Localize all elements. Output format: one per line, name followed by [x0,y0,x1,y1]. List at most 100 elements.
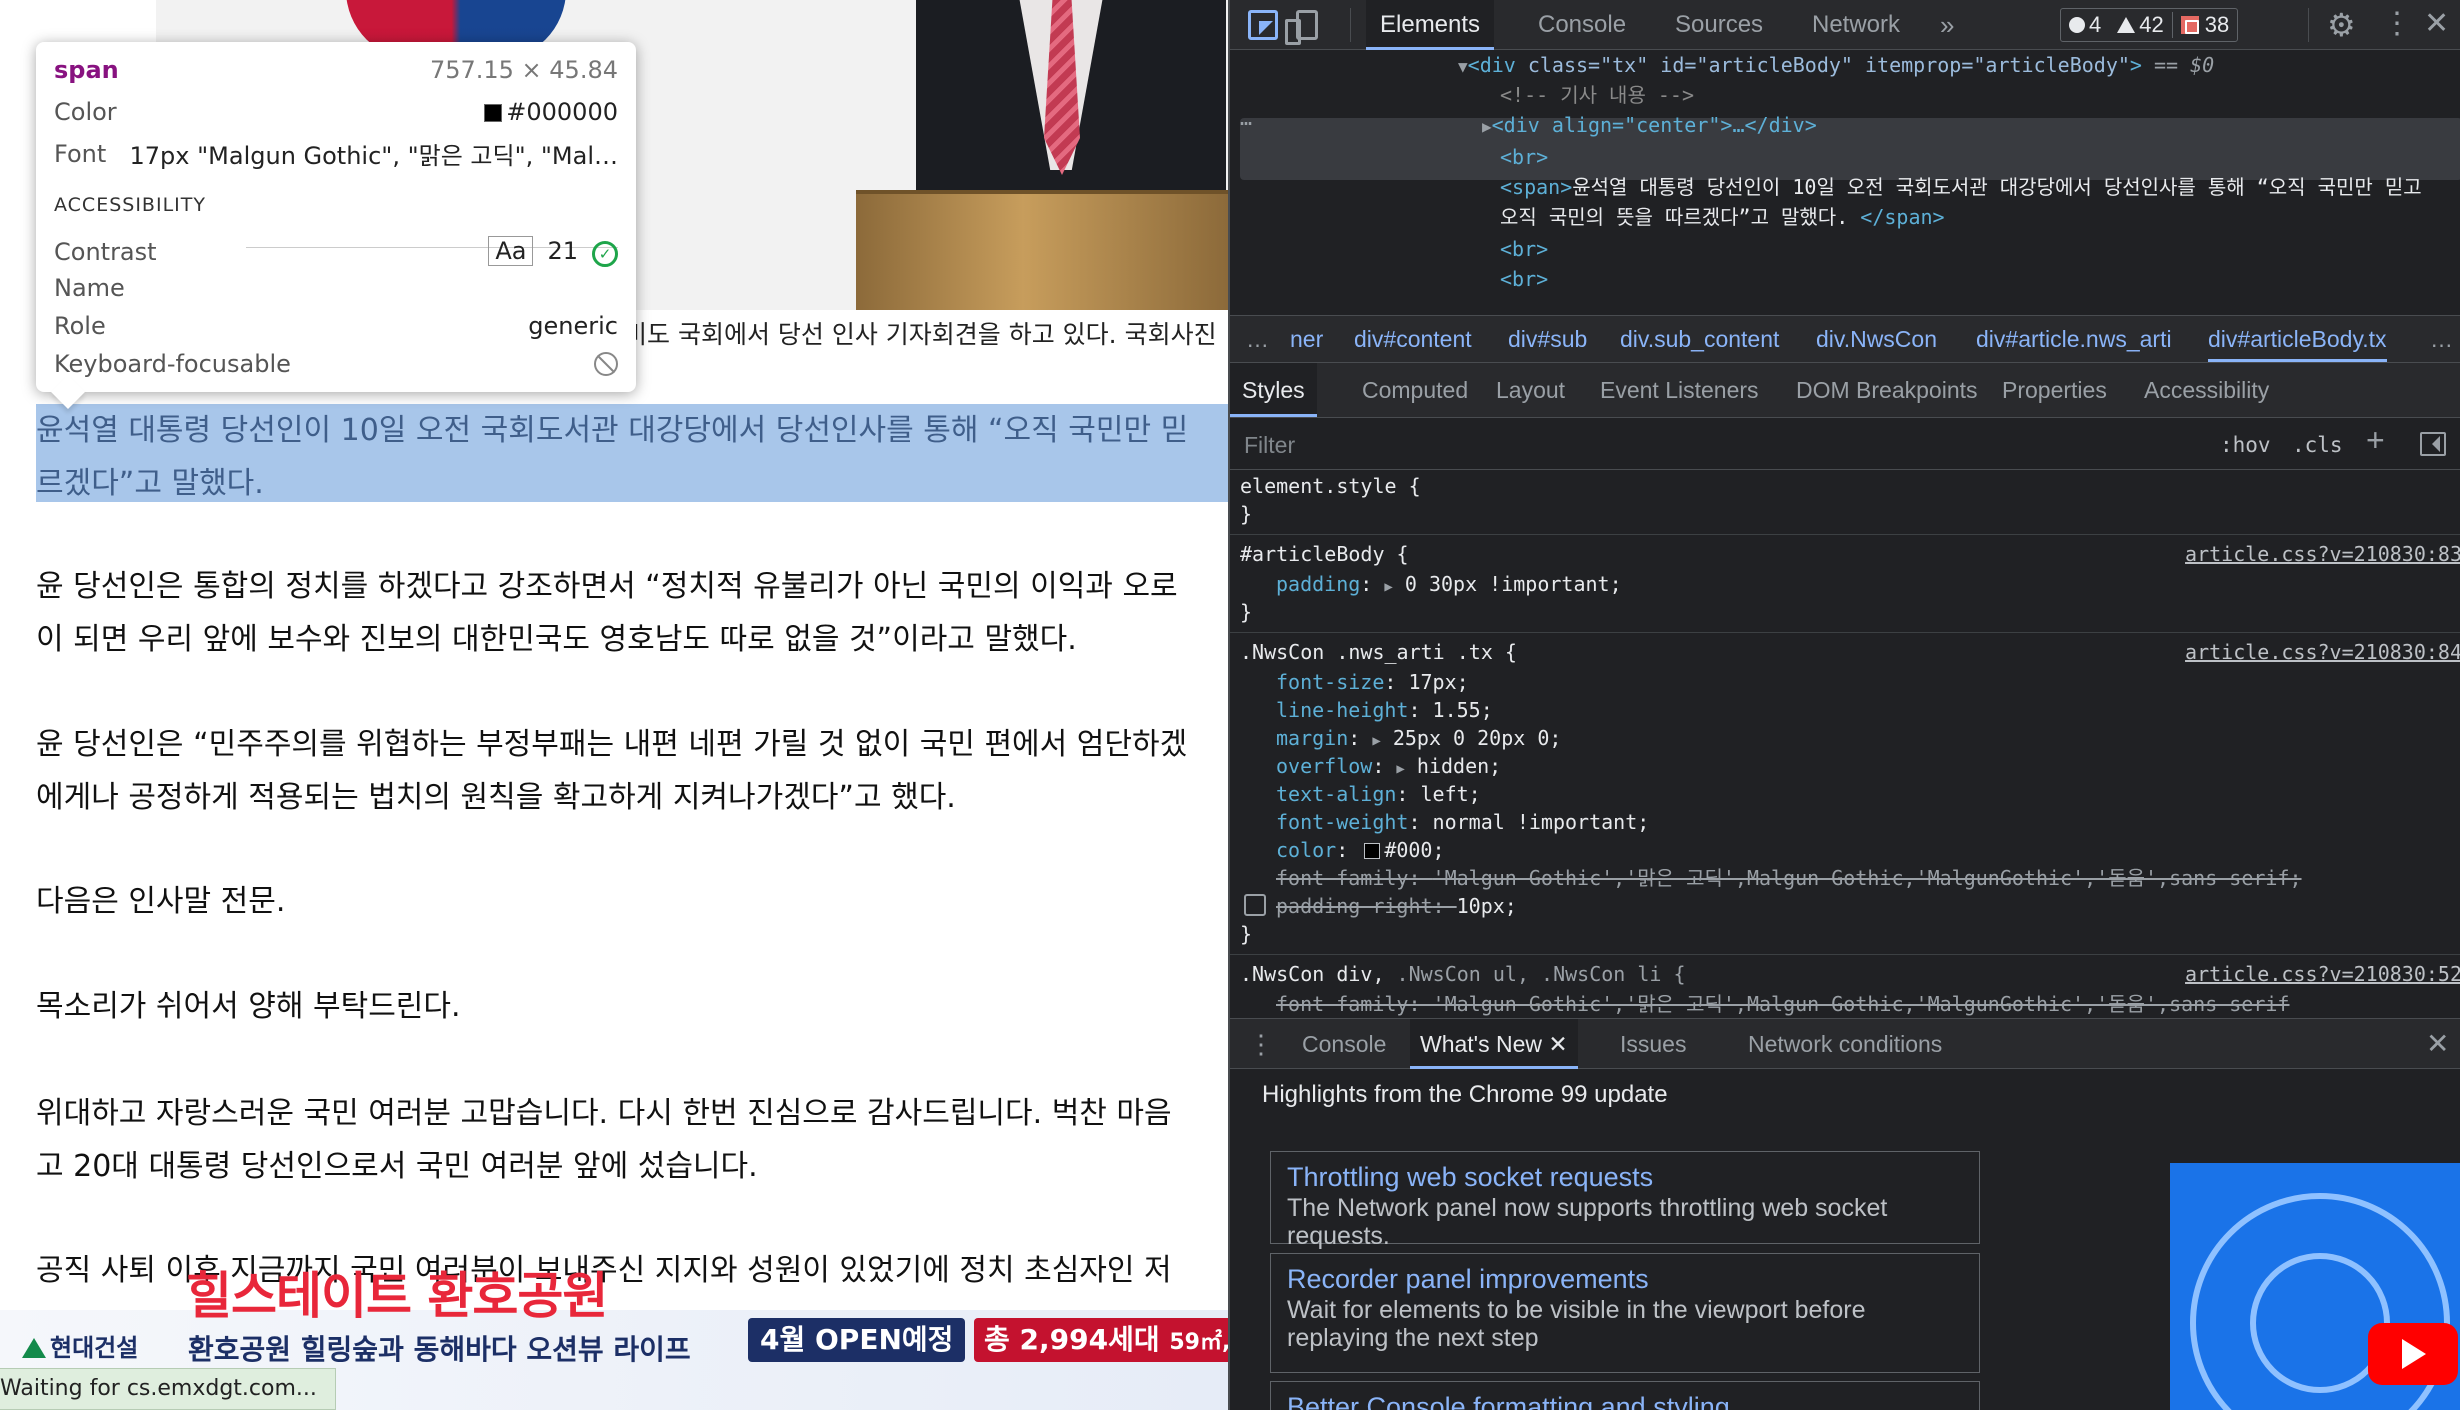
breadcrumb-item[interactable]: div.NwsCon [1816,316,1937,362]
more-tabs-chevron-icon[interactable]: » [1940,0,1954,50]
dom-span-line[interactable]: 오직 국민의 뜻을 따르겠다”고 말했다. </span> [1500,202,1945,232]
tooltip-role-value: generic [528,312,618,340]
whats-new-card[interactable]: Throttling web socket requests The Netwo… [1270,1151,1980,1250]
css-declaration[interactable]: font-size: 17px; [1276,668,1469,696]
ad-headline[interactable]: 힐스테이트 환호공원 [186,1256,608,1328]
drawer-tab-console[interactable]: Console [1292,1019,1396,1069]
rule-close: } [1240,502,1253,526]
drawer-tab-issues[interactable]: Issues [1610,1019,1696,1069]
hover-state-toggle[interactable]: :hov [2220,428,2271,462]
color-swatch-icon[interactable] [1364,843,1381,859]
rule-element-style[interactable]: element.style { [1240,472,1421,500]
disable-declaration-checkbox[interactable] [1244,894,1266,916]
tab-computed[interactable]: Computed [1350,363,1480,417]
dom-line-div-center[interactable]: ▶<div align="center">…</div> [1482,110,1817,140]
styles-filter-bar: Filter :hov .cls + [1230,418,2460,470]
inspect-element-icon[interactable] [1248,10,1278,40]
dom-dots[interactable]: … [1240,106,1252,130]
tab-sources[interactable]: Sources [1661,0,1777,50]
css-declaration-disabled[interactable]: padding-right: 10px; [1276,892,1517,920]
youtube-play-icon[interactable] [2368,1323,2458,1385]
close-tab-icon[interactable]: ✕ [1548,1031,1567,1057]
ad-units-badge: 총 2,994세대 59㎡, 8 [974,1318,1228,1362]
rule-selector[interactable]: .NwsCon .nws_arti .tx { [1240,638,1517,666]
rule-close: } [1240,600,1253,624]
expand-triangle-icon[interactable]: ▶ [1396,761,1404,777]
tab-layout[interactable]: Layout [1484,363,1577,417]
breadcrumb-item[interactable]: div#article.nws_arti [1976,316,2172,362]
chrome-update-video-thumbnail[interactable] [2170,1163,2460,1410]
selected-dom-node[interactable] [1240,118,2460,180]
styles-filter-input[interactable]: Filter [1244,428,2244,462]
breadcrumb-item[interactable]: div#content [1354,316,1472,362]
rule-selector[interactable]: .NwsCon div, .NwsCon ul, .NwsCon li { [1240,960,1686,988]
tab-properties[interactable]: Properties [1990,363,2119,417]
issue-counters[interactable]: 4 42 38 [2060,8,2239,42]
css-declaration[interactable]: padding: ▶ 0 30px !important; [1276,570,1622,598]
expand-triangle-icon[interactable]: ▶ [1482,117,1492,136]
more-options-icon[interactable]: ⋮ [2382,6,2412,41]
tooltip-font-label: Font [54,139,107,168]
breadcrumb-item-current[interactable]: div#articleBody.tx [2208,316,2387,362]
close-devtools-icon[interactable]: ✕ [2424,6,2449,41]
drawer-menu-icon[interactable]: ⋮ [1248,1019,1274,1069]
dom-br[interactable]: <br> [1500,264,1548,294]
breadcrumb-item[interactable]: ner [1290,316,1323,362]
expand-triangle-icon[interactable]: ▶ [1384,579,1392,595]
close-drawer-icon[interactable]: ✕ [2426,1019,2449,1069]
source-link[interactable]: article.css?v=210830:84 [2185,638,2460,666]
devtools-tabbar: Elements Console Sources Network » 4 42 … [1230,0,2460,50]
expand-triangle-icon[interactable]: ▶ [1372,733,1380,749]
drawer-tab-whats-new[interactable]: What's New ✕ [1410,1019,1578,1069]
tab-styles[interactable]: Styles [1230,363,1317,417]
breadcrumb-item[interactable]: div.sub_content [1620,316,1779,362]
dom-line-article-body[interactable]: ▼<div class="tx" id="articleBody" itempr… [1458,50,2214,80]
rule-divider [1230,954,2460,955]
dom-span-line[interactable]: <span>윤석열 대통령 당선인이 10일 오전 국회도서관 대강당에서 당선… [1500,172,2422,202]
tab-event-listeners[interactable]: Event Listeners [1588,363,1771,417]
css-declaration[interactable]: color: #000; [1276,836,1445,864]
ad-units-extra: 59㎡, 8 [1169,1330,1228,1355]
css-declaration[interactable]: text-align: left; [1276,780,1481,808]
dom-br[interactable]: <br> [1500,234,1548,264]
tab-accessibility[interactable]: Accessibility [2132,363,2281,417]
toggle-sidebar-icon[interactable] [2420,432,2446,456]
tab-elements[interactable]: Elements [1366,0,1495,50]
css-declaration-overridden[interactable]: font-family: 'Malgun Gothic','맑은 고딕',Mal… [1276,864,2302,892]
dom-br[interactable]: <br> [1500,142,1548,172]
rule-selector[interactable]: #articleBody { [1240,540,1409,568]
new-rule-plus-icon[interactable]: + [2366,422,2385,459]
breadcrumb-item[interactable]: div#sub [1508,316,1587,362]
card-title[interactable]: Better Console formatting and styling [1287,1390,1963,1410]
source-link[interactable]: article.css?v=210830:83 [2185,540,2460,568]
tooltip-contrast-label: Contrast [54,237,157,266]
drawer-tab-network-conditions[interactable]: Network conditions [1738,1019,1952,1069]
css-declaration[interactable]: font-weight: normal !important; [1276,808,1649,836]
css-declaration[interactable]: overflow: ▶ hidden; [1276,752,1501,780]
card-title[interactable]: Recorder panel improvements [1287,1262,1963,1296]
dom-comment[interactable]: <!-- 기사 내용 --> [1500,80,1694,110]
breadcrumb-overflow[interactable]: … [1246,316,1269,362]
whats-new-card[interactable]: Better Console formatting and styling [1270,1381,1980,1410]
rule-divider [1230,534,2460,535]
css-declaration-partial[interactable]: font-family: 'Malgun Gothic','맑은 고딕',Mal… [1276,990,2289,1018]
tab-console[interactable]: Console [1524,0,1640,50]
ad-open-badge: 4월 OPEN예정 [748,1318,966,1362]
card-title[interactable]: Throttling web socket requests [1287,1160,1963,1194]
tab-dom-breakpoints[interactable]: DOM Breakpoints [1784,363,1990,417]
tab-network[interactable]: Network [1798,0,1914,50]
class-toggle[interactable]: .cls [2292,428,2343,462]
collapse-triangle-icon[interactable]: ▼ [1458,57,1468,76]
device-toolbar-icon[interactable] [1285,10,1318,45]
css-declaration[interactable]: line-height: 1.55; [1276,696,1493,724]
css-declaration[interactable]: margin: ▶ 25px 0 20px 0; [1276,724,1561,752]
source-link[interactable]: article.css?v=210830:52 [2185,960,2460,988]
highlighted-paragraph[interactable]: 윤석열 대통령 당선인이 10일 오전 국회도서관 대강당에서 당선인사를 통해… [36,404,1188,510]
photo-caption: 비도 국회에서 당선 인사 기자회견을 하고 있다. 국회사진 [624,320,1217,349]
breadcrumb-overflow[interactable]: … [2430,316,2453,362]
card-description: Wait for elements to be visible in the v… [1287,1296,1866,1352]
settings-gear-icon[interactable]: ⚙ [2327,6,2356,44]
status-bar: Waiting for cs.emxdgt.com... [0,1368,336,1410]
tooltip-color-value: #000000 [506,98,618,126]
whats-new-card[interactable]: Recorder panel improvements Wait for ele… [1270,1253,1980,1373]
